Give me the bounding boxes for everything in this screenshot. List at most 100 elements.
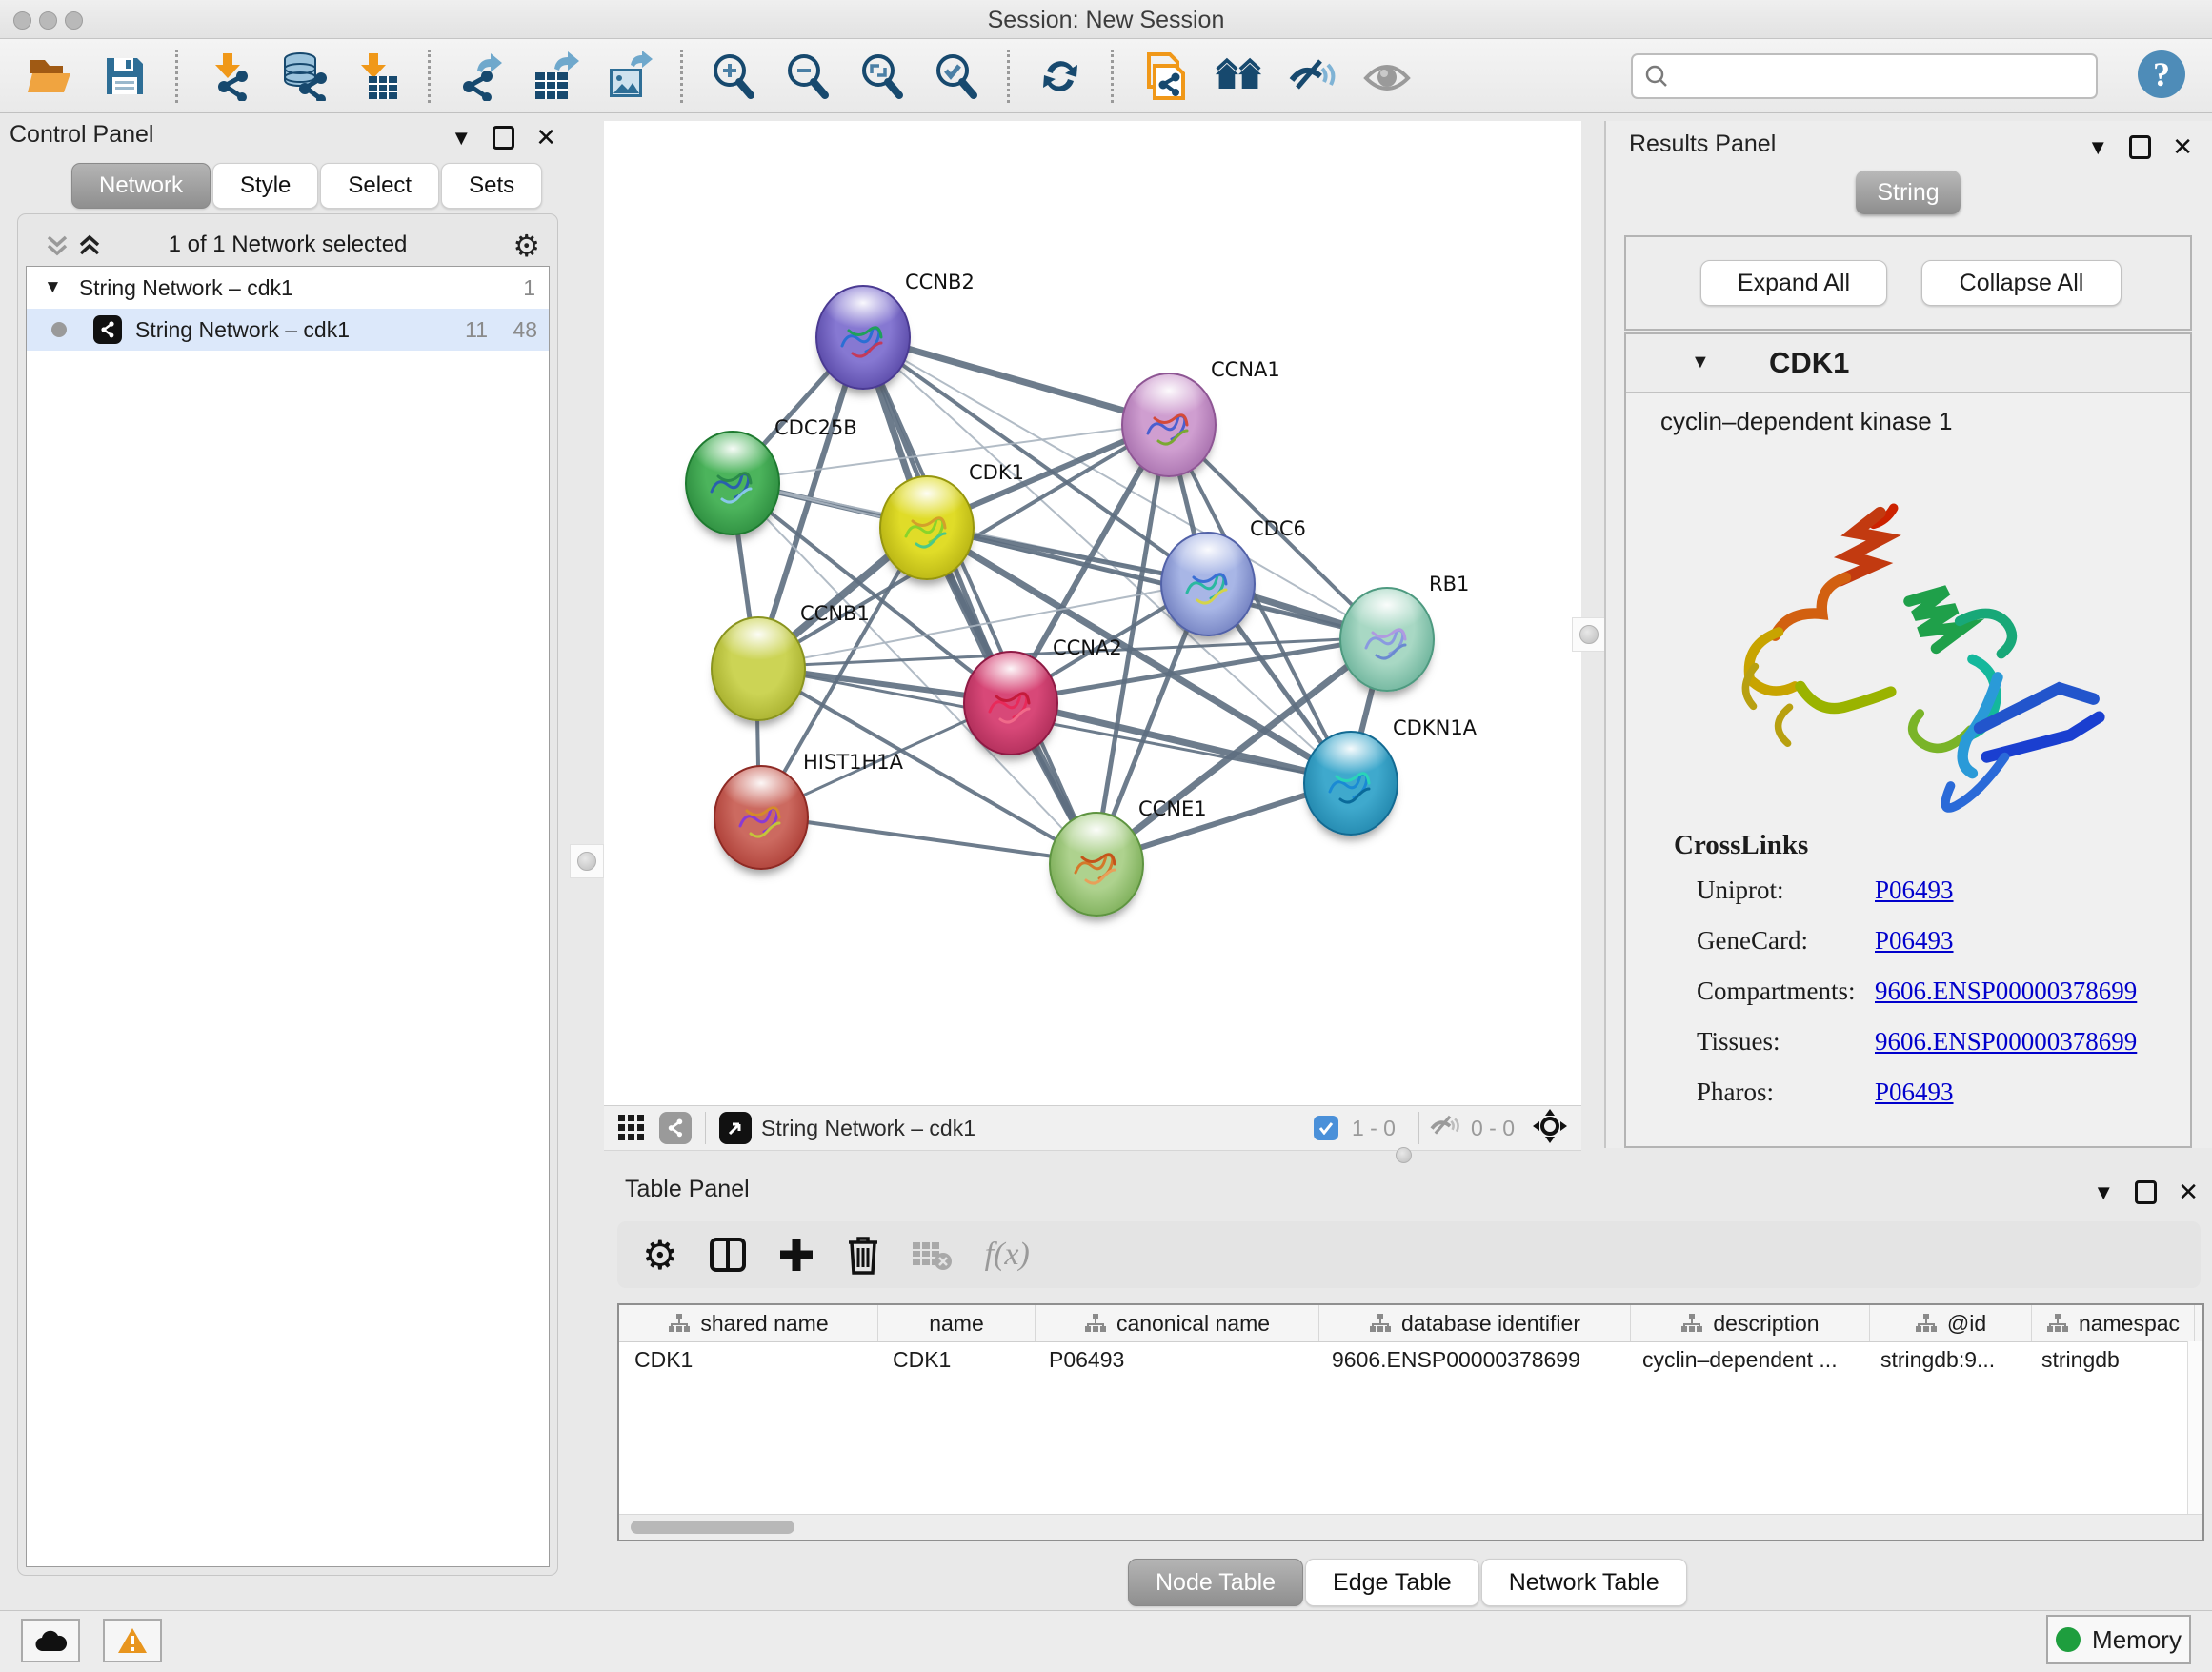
apply-layout-button[interactable]: [1036, 51, 1085, 101]
protein-structure-image: [1664, 458, 2150, 820]
import-table-button[interactable]: [352, 51, 402, 101]
grid-view-icon[interactable]: [615, 1112, 648, 1144]
table-vertical-scrollbar[interactable]: [2187, 1341, 2202, 1515]
crosslink-value-link[interactable]: 9606.ENSP00000378699: [1875, 977, 2137, 1006]
memory-label: Memory: [2092, 1625, 2182, 1655]
hide-selected-button[interactable]: [1288, 51, 1337, 101]
network-node-CCNB2[interactable]: [815, 285, 911, 390]
network-node-CCNA1[interactable]: [1121, 373, 1217, 477]
tab-select[interactable]: Select: [320, 163, 439, 209]
tab-network-table[interactable]: Network Table: [1481, 1559, 1687, 1606]
save-session-button[interactable]: [100, 51, 150, 101]
search-field[interactable]: [1631, 53, 2098, 99]
show-column-panel-icon[interactable]: [709, 1236, 747, 1274]
network-node-HIST1H1A[interactable]: [714, 765, 809, 870]
column-header-name[interactable]: name: [878, 1305, 1036, 1341]
network-options-gear-icon[interactable]: ⚙: [513, 228, 540, 264]
birdseye-view-icon[interactable]: [719, 1112, 752, 1144]
network-node-RB1[interactable]: [1339, 587, 1435, 692]
column-header-namespac[interactable]: namespac: [2032, 1305, 2195, 1341]
memory-button[interactable]: Memory: [2046, 1615, 2191, 1664]
right-splitter-handle[interactable]: [1572, 617, 1606, 652]
network-view-share-icon[interactable]: [659, 1112, 692, 1144]
network-node-CCNE1[interactable]: [1049, 812, 1144, 917]
node-label-CCNE1: CCNE1: [1138, 797, 1207, 820]
zoom-out-button[interactable]: [783, 51, 833, 101]
node-table[interactable]: shared name name canonical namedatabase id…: [617, 1303, 2204, 1541]
network-node-CDC6[interactable]: [1160, 532, 1256, 636]
section-expander-icon[interactable]: ▼: [1691, 352, 1710, 373]
tab-style[interactable]: Style: [212, 163, 318, 209]
first-neighbors-button[interactable]: [1214, 51, 1263, 101]
network-collection-row[interactable]: ▼ String Network – cdk1 1: [27, 267, 549, 309]
open-session-button[interactable]: [26, 51, 75, 101]
network-canvas[interactable]: CCNB2CCNA1CDC25BCDK1CDC6RB1CCNB1CCNA2CDK…: [604, 121, 1581, 1105]
zoom-fit-button[interactable]: [857, 51, 907, 101]
crosslink-value-link[interactable]: P06493: [1875, 926, 1954, 956]
column-header-canonical-name[interactable]: canonical name: [1036, 1305, 1319, 1341]
search-input[interactable]: [1669, 57, 2096, 95]
hidden-eye-slash-icon[interactable]: [1429, 1113, 1461, 1144]
tab-edge-table[interactable]: Edge Table: [1305, 1559, 1479, 1606]
table-row[interactable]: CDK1CDK1P064939606.ENSP00000378699cyclin…: [619, 1342, 2202, 1377]
import-network-database-button[interactable]: [278, 51, 328, 101]
warning-button[interactable]: [103, 1619, 162, 1662]
selected-nodes-checkbox-icon[interactable]: [1314, 1116, 1338, 1140]
table-toolbar: ⚙ f(x): [617, 1221, 2201, 1288]
crosslink-value-link[interactable]: 9606.ENSP00000378699: [1875, 1027, 2137, 1057]
main-toolbar: ?: [0, 39, 2212, 113]
expand-all-button[interactable]: Expand All: [1700, 260, 1887, 306]
column-header-database-identifier[interactable]: database identifier: [1319, 1305, 1631, 1341]
collapse-panel-icon[interactable]: ▼: [2093, 1180, 2114, 1205]
column-header-description[interactable]: description: [1631, 1305, 1870, 1341]
network-node-CDKN1A[interactable]: [1303, 731, 1398, 836]
delete-column-trash-icon[interactable]: [846, 1235, 880, 1275]
column-header--id[interactable]: @id: [1870, 1305, 2032, 1341]
table-settings-gear-icon[interactable]: ⚙: [642, 1232, 678, 1279]
close-panel-icon[interactable]: ✕: [2172, 132, 2193, 162]
tab-node-table[interactable]: Node Table: [1128, 1559, 1303, 1606]
network-row[interactable]: String Network – cdk1 11 48: [27, 309, 549, 351]
import-network-file-button[interactable]: [204, 51, 253, 101]
protein-thumbnail-icon: [896, 498, 957, 559]
help-button[interactable]: ?: [2138, 50, 2185, 98]
bottom-splitter-handle[interactable]: [1389, 1143, 1418, 1166]
float-panel-icon[interactable]: [2129, 135, 2151, 159]
left-splitter-handle[interactable]: [570, 844, 604, 878]
network-node-CCNB1[interactable]: [711, 616, 806, 721]
crosslink-value-link[interactable]: P06493: [1875, 876, 1954, 905]
crosslink-row: Uniprot:P06493: [1697, 876, 1784, 905]
export-network-button[interactable]: [456, 51, 506, 101]
collapse-panel-icon[interactable]: ▼: [2087, 135, 2108, 160]
cloud-status-button[interactable]: [21, 1619, 80, 1662]
collection-expander-icon[interactable]: ▼: [44, 277, 62, 298]
function-builder-icon: f(x): [985, 1237, 1030, 1273]
network-node-CDC25B[interactable]: [685, 431, 780, 535]
crosshair-move-icon[interactable]: [1532, 1108, 1568, 1149]
results-panel: Results Panel ▼ ✕ String Expand All Coll…: [1604, 121, 2212, 1148]
crosslink-value-link[interactable]: P06493: [1875, 1078, 1954, 1107]
table-horizontal-scrollbar[interactable]: [631, 1521, 794, 1534]
export-table-button[interactable]: [531, 51, 580, 101]
tab-sets[interactable]: Sets: [441, 163, 542, 209]
close-panel-icon[interactable]: ✕: [2178, 1178, 2199, 1207]
collapse-all-button[interactable]: Collapse All: [1921, 260, 2122, 306]
tab-network[interactable]: Network: [71, 163, 211, 209]
clone-network-button[interactable]: [1139, 51, 1189, 101]
network-label: String Network – cdk1: [135, 317, 350, 343]
export-image-button[interactable]: [605, 51, 654, 101]
close-panel-icon[interactable]: ✕: [535, 123, 556, 152]
column-label: name: [929, 1311, 984, 1337]
network-node-CCNA2[interactable]: [963, 651, 1058, 755]
column-header-shared-name[interactable]: shared name: [619, 1305, 878, 1341]
add-column-icon[interactable]: [777, 1236, 815, 1274]
collapse-panel-icon[interactable]: ▼: [451, 126, 472, 151]
show-hidden-button[interactable]: [1362, 51, 1412, 101]
float-panel-icon[interactable]: [2135, 1180, 2157, 1204]
tab-string[interactable]: String: [1856, 171, 1961, 214]
node-section-header[interactable]: ▼ CDK1: [1626, 334, 2190, 393]
zoom-selected-button[interactable]: [932, 51, 981, 101]
network-node-CDK1[interactable]: [879, 475, 975, 580]
zoom-in-button[interactable]: [709, 51, 758, 101]
float-panel-icon[interactable]: [493, 126, 514, 150]
